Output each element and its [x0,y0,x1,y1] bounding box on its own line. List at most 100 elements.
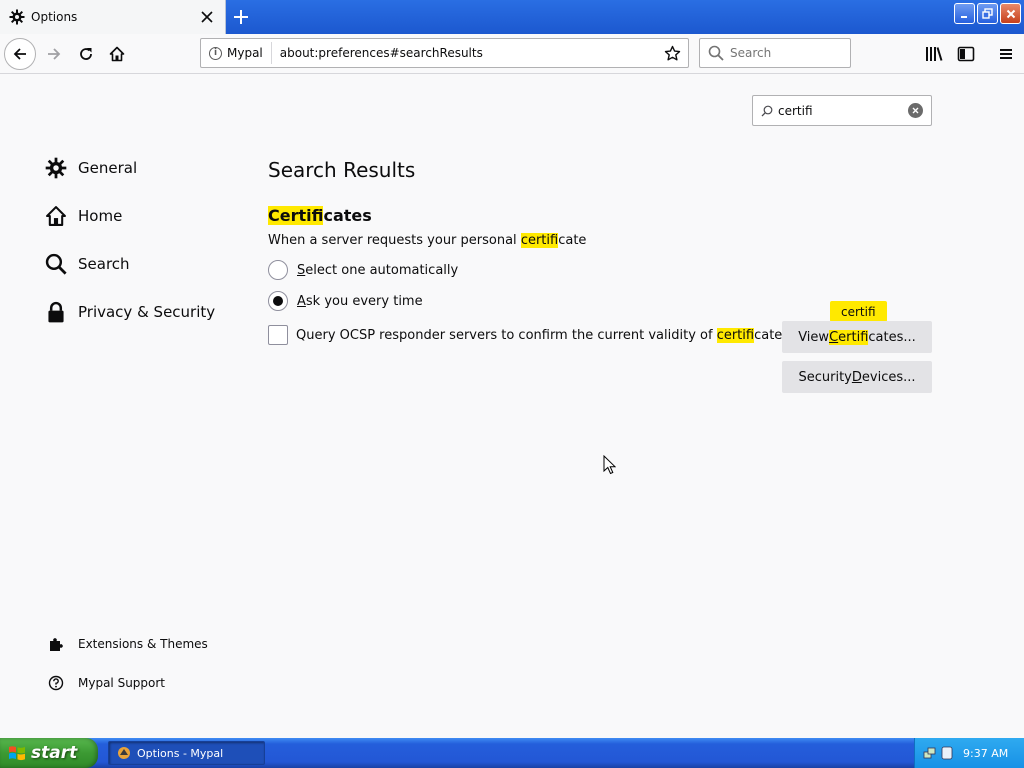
windows-logo-icon [8,744,26,762]
tab-strip: Options [0,0,1024,34]
extensions-themes-label: Extensions & Themes [78,637,208,651]
reload-button[interactable] [70,38,102,70]
search-match-tooltip: certifi [830,301,887,327]
window-controls [954,3,1021,24]
button-text-end: evices... [861,369,916,385]
category-search-label: Search [78,255,130,273]
taskbar: start Options - Mypal 9:37 AM [0,738,1024,768]
back-arrow-icon [13,48,26,60]
close-window-icon[interactable] [1000,3,1021,24]
category-privacy-security[interactable]: Privacy & Security [44,298,215,326]
find-in-options-input[interactable] [778,103,898,118]
search-highlight: Certifi [268,206,324,225]
home-icon [109,46,125,62]
network-icon[interactable] [923,746,937,760]
search-icon [708,45,724,61]
system-tray: 9:37 AM [914,738,1024,768]
group-title-rest: cates [323,206,372,225]
button-text: Security [798,369,852,385]
radio-ask-every-time[interactable]: Ask you every time [268,290,423,312]
radio-label-text: sk you every time [305,293,423,309]
reload-icon [80,48,92,60]
url-text[interactable]: about:preferences#searchResults [280,46,660,60]
search-highlight: certifi [520,233,559,248]
home-icon [44,204,68,228]
restore-icon[interactable] [977,3,998,24]
new-tab-icon[interactable] [229,5,253,29]
taskbar-item-options[interactable]: Options - Mypal [108,741,265,765]
forward-button[interactable] [38,38,70,70]
home-button[interactable] [101,38,133,70]
search-highlight: certifi [716,327,755,343]
category-general-label: General [78,159,138,177]
certificates-group-title: Certificates [268,206,372,225]
radio-dot [273,296,283,306]
access-key: A [297,293,306,309]
minimize-icon[interactable] [954,3,975,24]
library-button[interactable] [918,38,950,70]
gear-icon [44,156,68,180]
url-bar[interactable]: i Mypal about:preferences#searchResults [200,38,689,68]
gear-icon [9,9,25,25]
ocsp-label: Query OCSP responder servers to confirm … [296,327,789,343]
radio-button[interactable] [268,260,288,280]
category-home-label: Home [78,207,123,225]
identity-label: Mypal [227,46,263,60]
radio-label: Ask you every time [297,294,423,309]
access-key: C [829,329,839,345]
support-link[interactable]: Mypal Support [46,672,165,694]
tab-options[interactable]: Options [0,0,226,34]
volume-icon[interactable] [941,746,953,760]
close-tab-icon[interactable] [195,5,219,29]
search-highlight: Certifi [829,329,869,345]
hamburger-menu-icon [1000,49,1012,59]
ocsp-checkbox[interactable] [268,325,288,345]
start-label: start [31,743,78,763]
category-search[interactable]: Search [44,250,130,278]
taskbar-item-label: Options - Mypal [137,746,224,760]
library-icon [926,47,943,61]
tab-title: Options [31,10,78,24]
mypal-browser-icon [117,746,131,760]
ocsp-checkbox-row[interactable]: Query OCSP responder servers to confirm … [268,324,789,346]
find-in-options-box[interactable] [752,95,932,126]
view-certificates-button[interactable]: View Certifi cates... [782,321,932,353]
description-text: When a server requests your personal [268,233,521,248]
category-home[interactable]: Home [44,202,122,230]
info-icon: i [209,46,222,60]
page-title: Search Results [268,158,416,182]
forward-arrow-icon [48,48,61,60]
ocsp-label-text: Query OCSP responder servers to confirm … [296,327,717,343]
access-key: D [851,369,862,385]
search-icon [44,252,68,276]
bookmark-star-icon[interactable] [660,41,684,65]
help-icon [46,673,66,693]
radio-select-automatically[interactable]: Select one automatically [268,259,458,281]
radio-label: Select one automatically [297,263,458,278]
preferences-page: General Home Search Privacy & Security E… [0,75,1024,738]
start-button[interactable]: start [0,738,98,768]
extensions-themes-link[interactable]: Extensions & Themes [46,633,208,655]
support-label: Mypal Support [78,676,166,690]
mouse-cursor-icon [603,454,617,479]
radio-button-checked[interactable] [268,291,288,311]
puzzle-icon [46,634,66,654]
menu-button[interactable] [990,38,1022,70]
description-text-end: cate [558,233,587,248]
back-button[interactable] [4,38,36,70]
category-privacy-security-label: Privacy & Security [78,303,216,321]
sidebar-button[interactable] [950,38,982,70]
button-text: View [798,329,830,345]
button-text-end: cates... [868,329,916,345]
sidebar-icon [957,46,975,62]
navigation-toolbar: i Mypal about:preferences#searchResults [0,34,1024,74]
search-icon [761,105,773,117]
site-identity-button[interactable]: i Mypal [201,42,272,64]
search-input[interactable] [730,46,840,60]
security-devices-button[interactable]: Security Devices... [782,361,932,393]
search-bar[interactable] [699,38,851,68]
category-general[interactable]: General [44,154,137,182]
clock: 9:37 AM [963,746,1009,760]
certificates-description: When a server requests your personal cer… [268,233,586,248]
clear-search-icon[interactable] [908,103,923,118]
